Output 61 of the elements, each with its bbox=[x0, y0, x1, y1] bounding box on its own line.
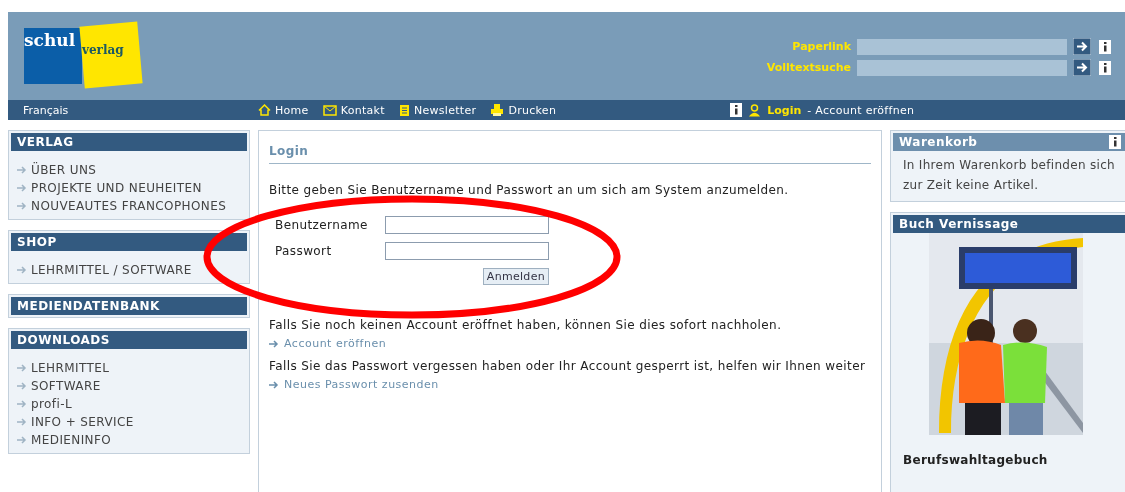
sidebar-link[interactable]: SOFTWARE bbox=[17, 379, 241, 393]
arrow-icon bbox=[17, 266, 27, 274]
section-title: MEDIENDATENBANK bbox=[11, 297, 247, 315]
cart-text: In Ihrem Warenkorb befinden sich zur Zeit keine Artikel. bbox=[902, 157, 1116, 194]
intro-text: Bitte geben Sie Benutzername und Passwort an um sich am System anzumelden. bbox=[269, 182, 790, 199]
book-title[interactable]: Berufswahltagebuch bbox=[893, 439, 1125, 481]
home-icon bbox=[258, 104, 271, 116]
sidebar-link[interactable]: LEHRMITTEL / SOFTWARE bbox=[17, 263, 241, 277]
login-link[interactable]: Login bbox=[767, 103, 802, 117]
section-title: Warenkorb bbox=[893, 133, 1125, 151]
field-label: Benutzername bbox=[275, 218, 368, 232]
sidebar-link[interactable]: MEDIENINFO bbox=[17, 433, 241, 447]
section-title: VERLAG bbox=[11, 133, 247, 151]
printer-icon bbox=[490, 104, 505, 116]
section-title: DOWNLOADS bbox=[11, 331, 247, 349]
nav-link[interactable]: Newsletter bbox=[398, 103, 477, 117]
text-link[interactable]: Neues Passwort zusenden bbox=[269, 378, 871, 391]
arrow-icon bbox=[17, 436, 27, 444]
arrow-icon bbox=[17, 364, 27, 372]
arrow-icon bbox=[17, 166, 27, 174]
sidebar-link[interactable]: LEHRMITTEL bbox=[17, 361, 241, 375]
field-label: Volltextsuche bbox=[766, 61, 851, 74]
info-icon[interactable] bbox=[730, 103, 743, 117]
input-field[interactable] bbox=[857, 59, 1067, 76]
info-icon[interactable] bbox=[1099, 60, 1111, 75]
nav-link[interactable]: Drucken bbox=[490, 103, 557, 117]
help-text: Falls Sie noch keinen Account eröffnet haben, können Sie dies sofort nachholen. bbox=[269, 317, 783, 334]
account-link[interactable]: - Account eröffnen bbox=[807, 103, 915, 117]
section-title: Buch Vernissage bbox=[893, 215, 1125, 233]
arrow-icon bbox=[17, 400, 27, 408]
field-label: Passwort bbox=[275, 244, 332, 258]
sidebar-link[interactable]: PROJEKTE UND NEUHEITEN bbox=[17, 181, 241, 195]
sidebar-link[interactable]: profi-L bbox=[17, 397, 241, 411]
nav-link[interactable]: Kontakt bbox=[322, 103, 385, 117]
arrow-icon bbox=[17, 418, 27, 426]
help-text: Falls Sie das Passwort vergessen haben oder Ihr Account gesperrt ist, helfen wir Ihnen weiter bbox=[269, 358, 867, 375]
arrow-icon bbox=[17, 382, 27, 390]
sidebar-link[interactable]: ÜBER UNS bbox=[17, 163, 241, 177]
nav-link[interactable]: Home bbox=[258, 103, 309, 117]
document-icon bbox=[398, 103, 410, 117]
text-link[interactable]: Account eröffnen bbox=[269, 337, 871, 350]
arrow-icon bbox=[17, 184, 27, 192]
sidebar-link[interactable]: INFO + SERVICE bbox=[17, 415, 241, 429]
arrow-icon bbox=[17, 202, 27, 210]
sidebar-link[interactable]: NOUVEAUTES FRANCOPHONES bbox=[17, 199, 241, 213]
field-label: Paperlink bbox=[791, 40, 851, 53]
login-button[interactable]: Anmelden bbox=[482, 268, 549, 285]
envelope-icon bbox=[322, 104, 337, 116]
language-link[interactable]: Français bbox=[8, 103, 258, 117]
info-icon[interactable] bbox=[1109, 135, 1121, 149]
arrow-icon bbox=[269, 380, 279, 389]
input-field[interactable] bbox=[385, 216, 549, 234]
arrow-button[interactable] bbox=[1073, 59, 1091, 76]
panel-title: Login bbox=[269, 141, 871, 164]
arrow-icon bbox=[269, 339, 279, 348]
user-icon bbox=[748, 103, 762, 117]
input-field[interactable] bbox=[385, 242, 549, 260]
section-title: SHOP bbox=[11, 233, 247, 251]
arrow-button[interactable] bbox=[1073, 38, 1091, 55]
info-icon[interactable] bbox=[1099, 39, 1111, 54]
input-field[interactable] bbox=[857, 38, 1067, 55]
